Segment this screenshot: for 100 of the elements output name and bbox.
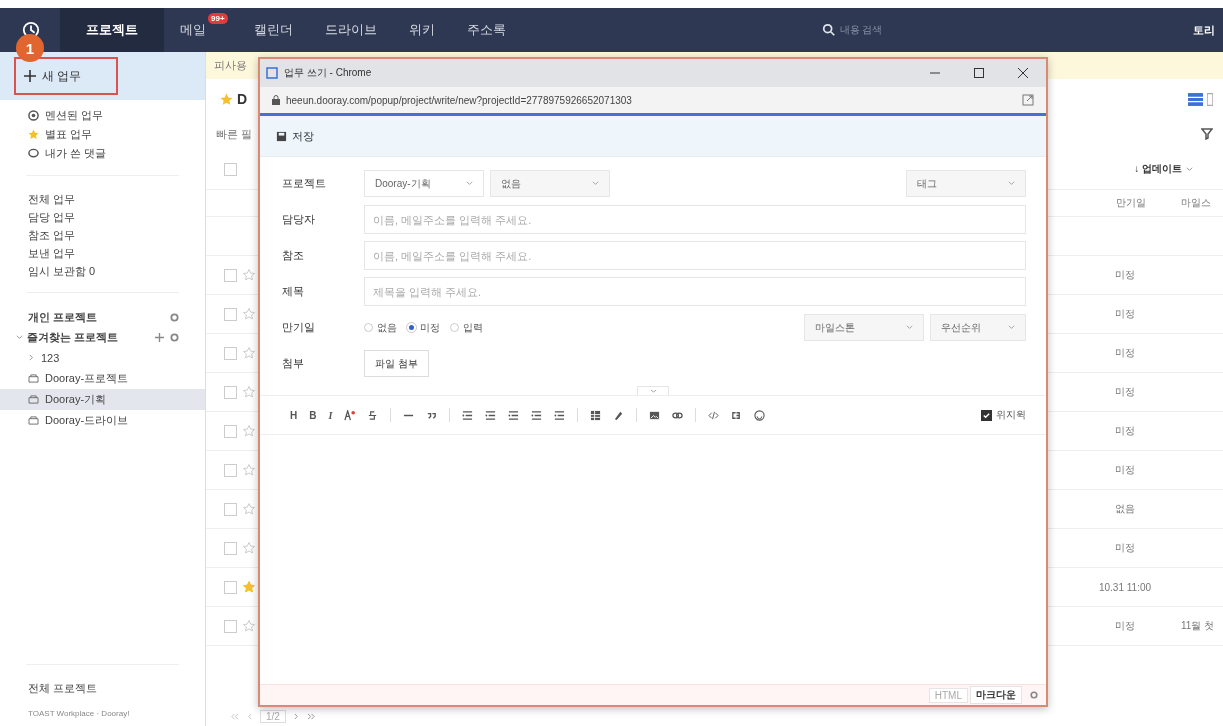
search-field[interactable]: 내용 검색 — [821, 23, 883, 37]
sidebar-item[interactable]: 멘션된 업무 — [28, 106, 205, 125]
row-checkbox[interactable] — [224, 346, 237, 360]
field-label: 제목 — [282, 284, 305, 299]
row-checkbox[interactable] — [224, 463, 237, 477]
nav-tab[interactable]: 주소록 — [450, 8, 522, 52]
last-page-icon[interactable] — [306, 712, 316, 720]
column-header[interactable]: 만기일 — [1081, 196, 1181, 210]
code-icon[interactable] — [708, 409, 720, 421]
nav-tab[interactable]: 드라이브 — [308, 8, 393, 52]
project-item[interactable]: Dooray-기획 — [0, 389, 205, 410]
star-icon[interactable] — [243, 620, 255, 632]
nav-tab[interactable]: 위키 — [392, 8, 451, 52]
input-field[interactable]: 제목을 입력해 주세요. — [364, 277, 1026, 306]
close-icon[interactable] — [1018, 68, 1028, 78]
attach-file-button[interactable]: 파일 첨부 — [364, 350, 429, 377]
format-button[interactable]: I — [328, 409, 333, 421]
radio-option[interactable]: 없음 — [364, 320, 397, 335]
previous-page-icon[interactable] — [247, 712, 252, 720]
project-title: D — [237, 91, 248, 107]
section-title: 즐겨찾는 프로젝트 — [27, 329, 119, 345]
row-checkbox[interactable] — [224, 268, 237, 282]
row-checkbox[interactable] — [224, 385, 237, 399]
row-checkbox[interactable] — [224, 502, 237, 516]
radio-option[interactable]: 입력 — [450, 320, 483, 335]
sidebar-item[interactable]: 전체 업무 — [28, 190, 205, 208]
all-projects-link[interactable]: 전체 프로젝트 — [0, 673, 205, 703]
project-item[interactable]: Dooray-드라이브 — [0, 410, 205, 431]
sidebar-item[interactable]: 보낸 업무 — [28, 244, 205, 262]
outdent-icon[interactable] — [554, 409, 566, 421]
next-page-icon[interactable] — [293, 712, 299, 720]
list-view-icon[interactable] — [1188, 92, 1203, 106]
subproject-dropdown[interactable]: 없음 — [490, 170, 610, 197]
project-dropdown[interactable]: Dooray-기획 — [364, 170, 484, 197]
new-task-button[interactable]: 새 업무 — [14, 57, 118, 95]
caret-icon — [466, 180, 473, 187]
star-icon[interactable] — [243, 464, 255, 476]
table-icon[interactable] — [590, 409, 602, 421]
star-icon[interactable] — [243, 542, 255, 554]
star-icon[interactable] — [243, 425, 255, 437]
nav-tab[interactable]: 메일 — [164, 8, 208, 52]
font-color-icon[interactable] — [344, 409, 356, 421]
format-button[interactable]: B — [309, 409, 317, 421]
checklist-icon[interactable] — [508, 409, 520, 421]
bullet-list-icon[interactable] — [462, 409, 474, 421]
table-cell-text: 없음 — [1114, 502, 1136, 516]
emoji-icon[interactable] — [754, 409, 766, 421]
first-page-icon[interactable] — [230, 712, 239, 720]
radio-option[interactable]: 미정 — [407, 320, 440, 335]
sidebar-item[interactable]: 임시 보관함 0 — [28, 262, 205, 280]
row-checkbox[interactable] — [224, 541, 237, 555]
star-icon[interactable] — [243, 386, 255, 398]
pen-icon[interactable] — [613, 409, 625, 421]
folder-icon — [28, 416, 39, 425]
add-icon[interactable] — [155, 332, 164, 342]
star-icon[interactable] — [243, 269, 255, 281]
external-link-icon[interactable] — [1022, 94, 1034, 106]
select-all-checkbox[interactable] — [224, 162, 237, 176]
nav-tab[interactable]: 캘린더 — [237, 8, 309, 52]
footer-brand: TOAST Workplace · Dooray! — [27, 708, 131, 720]
project-item[interactable]: 123 — [0, 347, 205, 368]
sidebar-item[interactable]: 참조 업무 — [28, 226, 205, 244]
sidebar-item[interactable]: 담당 업무 — [28, 208, 205, 226]
indent-icon[interactable] — [531, 409, 543, 421]
format-button[interactable]: H — [290, 409, 298, 421]
sidebar-item[interactable]: 별표 업무 — [28, 125, 205, 144]
wysiwyg-checkbox[interactable]: 위지윅 — [981, 408, 1026, 422]
chevron-icon[interactable] — [16, 333, 23, 341]
user-name[interactable]: 토리 — [1193, 22, 1215, 38]
priority-dropdown[interactable]: 우선순위 — [930, 314, 1026, 341]
editor-mode-tab[interactable]: 마크다운 — [970, 686, 1022, 704]
field-label: 담당자 — [282, 212, 316, 227]
project-item[interactable]: Dooray-프로젝트 — [0, 368, 205, 389]
input-field[interactable]: 이름, 메일주소를 입력해 주세요. — [364, 241, 1026, 270]
nav-tab[interactable]: 프로젝트 — [60, 8, 164, 52]
sort-dropdown[interactable]: ↓ 업데이트 — [1134, 162, 1193, 176]
star-icon[interactable] — [243, 581, 255, 593]
tag-dropdown[interactable]: 태그 — [906, 170, 1026, 197]
row-checkbox[interactable] — [224, 424, 237, 438]
image-icon[interactable] — [649, 409, 661, 421]
star-icon[interactable] — [243, 308, 255, 320]
input-field[interactable]: 이름, 메일주소를 입력해 주세요. — [364, 205, 1026, 234]
field-label: 참조 — [282, 248, 305, 263]
filter-icon[interactable] — [1201, 128, 1213, 140]
star-icon[interactable] — [220, 92, 233, 106]
code-block-icon[interactable] — [731, 409, 743, 421]
save-button[interactable]: 저장 — [270, 127, 320, 145]
row-checkbox[interactable] — [224, 619, 237, 633]
star-icon[interactable] — [243, 347, 255, 359]
collapse-handle[interactable] — [637, 386, 669, 395]
sidebar-item[interactable]: 내가 쓴 댓글 — [28, 144, 205, 163]
row-checkbox[interactable] — [224, 580, 237, 594]
star-icon[interactable] — [243, 503, 255, 515]
milestone-dropdown[interactable]: 마일스톤 — [804, 314, 924, 341]
strikethrough-icon[interactable] — [367, 409, 379, 421]
window-title: 업무 쓰기 - Chrome — [284, 66, 372, 80]
numbered-list-icon[interactable] — [485, 409, 497, 421]
column-header[interactable]: 마일스 — [1181, 196, 1223, 210]
maximize-icon[interactable] — [974, 68, 984, 78]
row-checkbox[interactable] — [224, 307, 237, 321]
